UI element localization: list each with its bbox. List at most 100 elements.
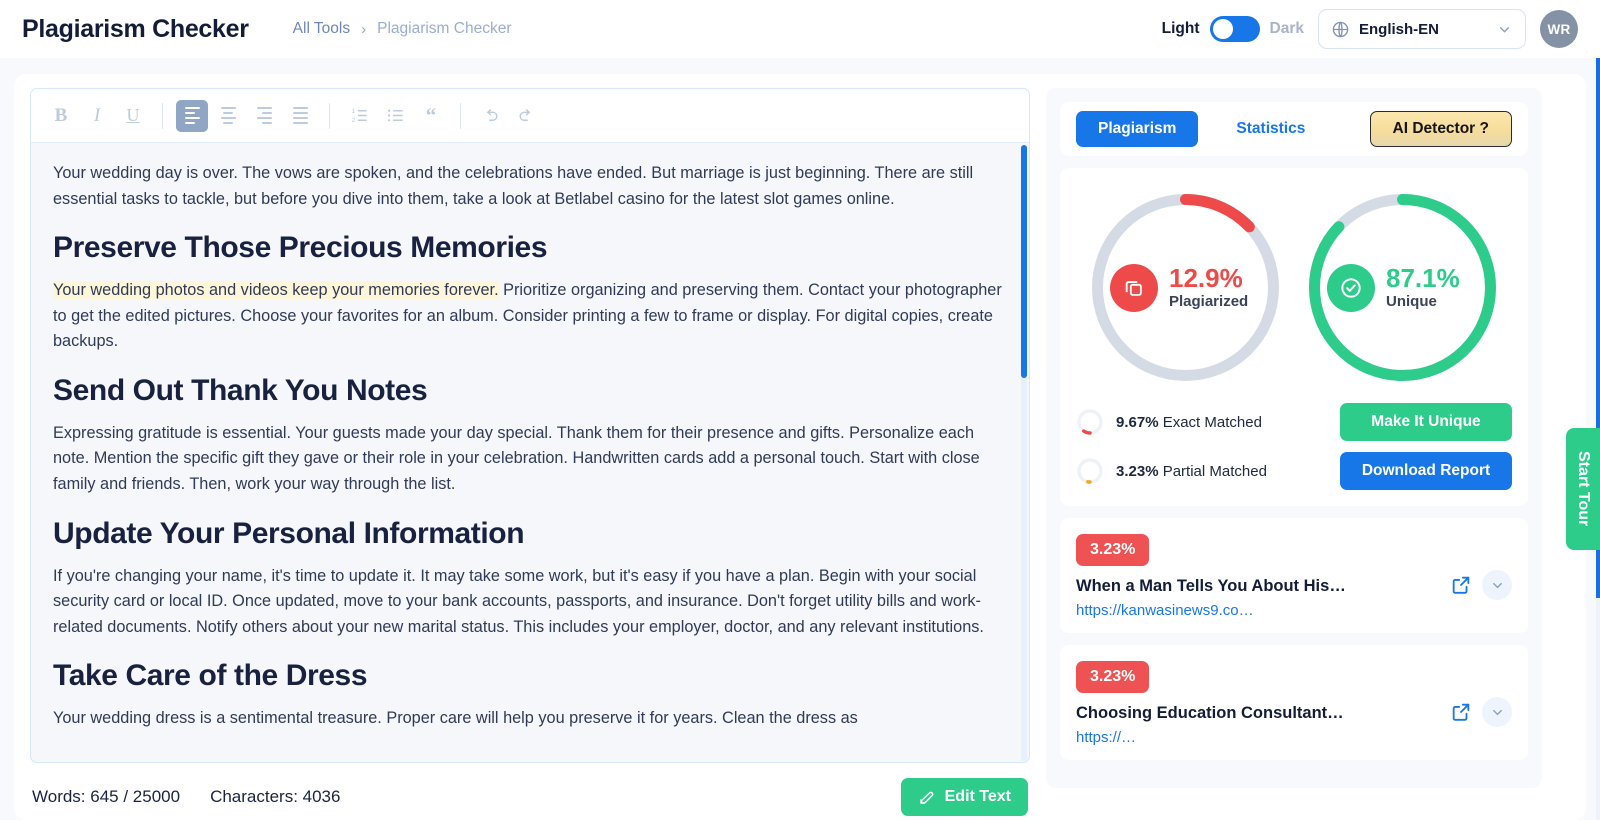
exact-match-text: 9.67% Exact Matched [1116, 414, 1262, 431]
theme-toggle[interactable] [1209, 16, 1260, 42]
chevron-down-icon [1492, 709, 1502, 715]
result-item[interactable]: 3.23% When a Man Tells You About His… ht… [1060, 518, 1528, 633]
start-tour-tab[interactable]: Start Tour [1566, 428, 1600, 550]
chevron-down-icon [1499, 26, 1510, 33]
exact-match-label: Exact Matched [1158, 413, 1262, 431]
result-url[interactable]: https://… [1076, 729, 1416, 746]
blockquote-button[interactable]: “ [415, 100, 447, 132]
undo-button[interactable] [474, 100, 506, 132]
editor-box: B I U 1 2 “ Your wedding day is over. Th… [30, 88, 1030, 763]
breadcrumb-current: Plagiarism Checker [377, 20, 512, 37]
result-item[interactable]: 3.23% Choosing Education Consultant… htt… [1060, 645, 1528, 760]
ordered-list-button[interactable]: 1 2 [343, 100, 375, 132]
donut-plagiarized: 12.9% Plagiarized [1084, 186, 1287, 389]
breadcrumb-all-tools[interactable]: All Tools [293, 20, 350, 38]
tab-statistics[interactable]: Statistics [1214, 111, 1327, 147]
panel-tabs: Plagiarism Statistics AI Detector ? [1060, 102, 1528, 156]
align-right-button[interactable] [248, 100, 280, 132]
italic-button[interactable]: I [81, 100, 113, 132]
match-row-partial: 3.23% Partial Matched Download Report [1076, 452, 1512, 490]
heading: Take Care of the Dress [53, 659, 368, 693]
copy-icon [1110, 263, 1158, 312]
editor-scrollbar-thumb[interactable] [1021, 145, 1027, 378]
paragraph: Your wedding dress is a sentimental trea… [53, 709, 858, 728]
chevron-down-icon [1492, 582, 1502, 588]
svg-text:2: 2 [351, 117, 355, 124]
align-center-icon [220, 107, 236, 124]
svg-text:1: 1 [351, 108, 355, 115]
download-report-button[interactable]: Download Report [1340, 452, 1512, 490]
score-card: 12.9% Plagiarized 87.1% Unique 9.67% Exa… [1060, 168, 1528, 506]
word-count: Words: 645 / 25000 [32, 787, 181, 806]
plagiarized-caption: Plagiarized [1169, 292, 1249, 310]
exact-match-ring [1077, 409, 1103, 435]
underline-button[interactable]: U [117, 100, 149, 132]
tab-plagiarism[interactable]: Plagiarism [1076, 111, 1199, 147]
results-panel: Plagiarism Statistics AI Detector ? 12.9… [1046, 88, 1542, 788]
align-center-button[interactable] [212, 100, 244, 132]
tab-ai-detector[interactable]: AI Detector ? [1369, 111, 1512, 147]
match-rows: 9.67% Exact Matched Make It Unique 3.23%… [1076, 403, 1512, 490]
edit-text-label: Edit Text [944, 788, 1011, 805]
heading: Send Out Thank You Notes [53, 373, 428, 407]
align-left-button[interactable] [176, 99, 208, 132]
paragraph-with-highlight: Your wedding photos and videos keep your… [53, 278, 1007, 355]
make-it-unique-button[interactable]: Make It Unique [1340, 403, 1512, 441]
partial-match-percent: 3.23% [1116, 462, 1159, 480]
app-header: Plagiarism Checker All Tools › Plagiaris… [0, 0, 1600, 58]
app-title: Plagiarism Checker [22, 14, 249, 43]
expand-result-button[interactable] [1482, 570, 1512, 600]
align-left-icon [184, 107, 200, 124]
unique-caption: Unique [1386, 292, 1437, 310]
align-justify-icon [292, 107, 308, 124]
undo-icon [486, 109, 498, 121]
match-percent-badge: 3.23% [1076, 661, 1150, 693]
paragraph: If you're changing your name, it's time … [53, 566, 984, 636]
editor-footer: Words: 645 / 25000 Characters: 4036 Edit… [30, 763, 1030, 820]
document-content[interactable]: Your wedding day is over. The vows are s… [31, 143, 1029, 762]
check-circle-icon [1327, 263, 1375, 312]
chevron-right-icon: › [361, 20, 367, 38]
partial-match-text: 3.23% Partial Matched [1116, 463, 1267, 480]
paragraph: Your wedding day is over. The vows are s… [53, 164, 974, 208]
external-link-icon[interactable] [1450, 701, 1472, 723]
heading: Update Your Personal Information [53, 516, 525, 550]
edit-text-button[interactable]: Edit Text [900, 778, 1028, 816]
page-body: B I U 1 2 “ Your wedding day is over. Th… [0, 58, 1600, 820]
external-link-icon[interactable] [1450, 574, 1472, 596]
result-url[interactable]: https://kanwasinews9.co… [1076, 602, 1416, 619]
globe-icon [1332, 21, 1349, 37]
ordered-list-icon: 1 2 [351, 108, 367, 124]
theme-dark-label: Dark [1269, 20, 1304, 37]
character-count: Characters: 4036 [210, 787, 341, 806]
unique-percent: 87.1% [1386, 263, 1460, 294]
align-right-icon [256, 107, 272, 124]
partial-match-ring [1077, 458, 1103, 484]
theme-light-label: Light [1161, 20, 1200, 37]
donut-unique: 87.1% Unique [1301, 186, 1504, 389]
partial-match-label: Partial Matched [1158, 462, 1267, 480]
plagiarism-highlight[interactable]: Your wedding photos and videos keep your… [53, 281, 499, 300]
counters: Words: 645 / 25000 Characters: 4036 [32, 787, 340, 807]
theme-switch[interactable]: Light Dark [1162, 16, 1304, 42]
editor-column: B I U 1 2 “ Your wedding day is over. Th… [30, 88, 1030, 820]
align-justify-button[interactable] [284, 100, 316, 132]
redo-button[interactable] [510, 100, 542, 132]
breadcrumb: All Tools › Plagiarism Checker [293, 20, 512, 38]
result-title: When a Man Tells You About His… [1076, 577, 1346, 595]
result-actions [1450, 697, 1512, 727]
toolbar-divider [460, 102, 461, 129]
expand-result-button[interactable] [1482, 697, 1512, 727]
editor-toolbar: B I U 1 2 “ [31, 89, 1029, 143]
bold-button[interactable]: B [45, 100, 77, 132]
language-selector[interactable]: English-EN [1318, 9, 1526, 49]
language-value: English-EN [1359, 20, 1440, 38]
result-actions [1450, 570, 1512, 600]
bullet-list-button[interactable] [379, 100, 411, 132]
exact-match-percent: 9.67% [1116, 413, 1159, 431]
main-card: B I U 1 2 “ Your wedding day is over. Th… [14, 74, 1586, 820]
bullet-list-icon [387, 109, 403, 122]
plagiarized-percent: 12.9% [1169, 263, 1243, 294]
avatar[interactable]: WR [1540, 10, 1578, 48]
header-controls: Light Dark English-EN WR [1162, 9, 1578, 49]
